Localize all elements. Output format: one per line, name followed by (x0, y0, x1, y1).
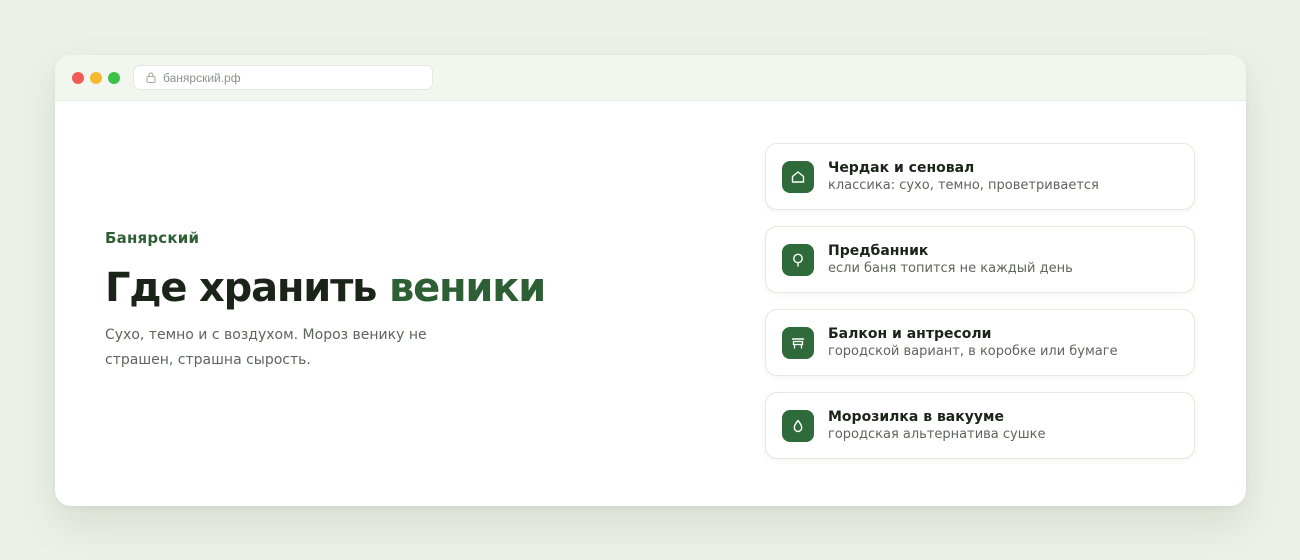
option-title: Морозилка в вакууме (828, 408, 1004, 425)
title-accent: веники (388, 265, 546, 311)
url-text: банярский.рф (163, 70, 241, 85)
storage-options-list: Чердак и сеновал классика: сухо, темно, … (765, 143, 1195, 475)
option-card-attic[interactable]: Чердак и сеновал классика: сухо, темно, … (765, 143, 1195, 210)
brand-name: Банярский (105, 229, 200, 247)
option-card-freezer[interactable]: Морозилка в вакууме городская альтернати… (765, 392, 1195, 459)
option-title: Чердак и сеновал (828, 159, 975, 176)
browser-window: банярский.рф Банярский Где хранить веник… (55, 55, 1246, 506)
address-bar[interactable]: банярский.рф (133, 65, 433, 90)
drop-icon (782, 409, 814, 442)
option-card-balcony[interactable]: Балкон и антресоли городской вариант, в … (765, 309, 1195, 376)
option-card-anteroom[interactable]: Предбанник если баня топится не каждый д… (765, 226, 1195, 293)
title-main: Где хранить (105, 265, 389, 311)
option-subtitle: если баня топится не каждый день (828, 260, 1073, 276)
hero-section: Банярский Где хранить веники Сухо, темно… (105, 229, 665, 373)
option-title: Предбанник (828, 242, 929, 259)
house-icon (782, 160, 814, 193)
close-window-button[interactable] (72, 72, 84, 84)
minimize-window-button[interactable] (90, 72, 102, 84)
browser-titlebar: банярский.рф (55, 55, 1246, 101)
option-title: Балкон и антресоли (828, 325, 992, 342)
option-subtitle: городской вариант, в коробке или бумаге (828, 343, 1118, 359)
page-content: Банярский Где хранить веники Сухо, темно… (55, 101, 1246, 506)
option-subtitle: городская альтернатива сушке (828, 426, 1046, 442)
page-title: Где хранить веники (105, 265, 665, 311)
option-subtitle: классика: сухо, темно, проветривается (828, 177, 1099, 193)
maximize-window-button[interactable] (108, 72, 120, 84)
bench-icon (782, 326, 814, 359)
lock-icon (146, 72, 156, 83)
tree-icon (782, 243, 814, 276)
lead-text: Сухо, темно и с воздухом. Мороз венику н… (105, 327, 427, 368)
